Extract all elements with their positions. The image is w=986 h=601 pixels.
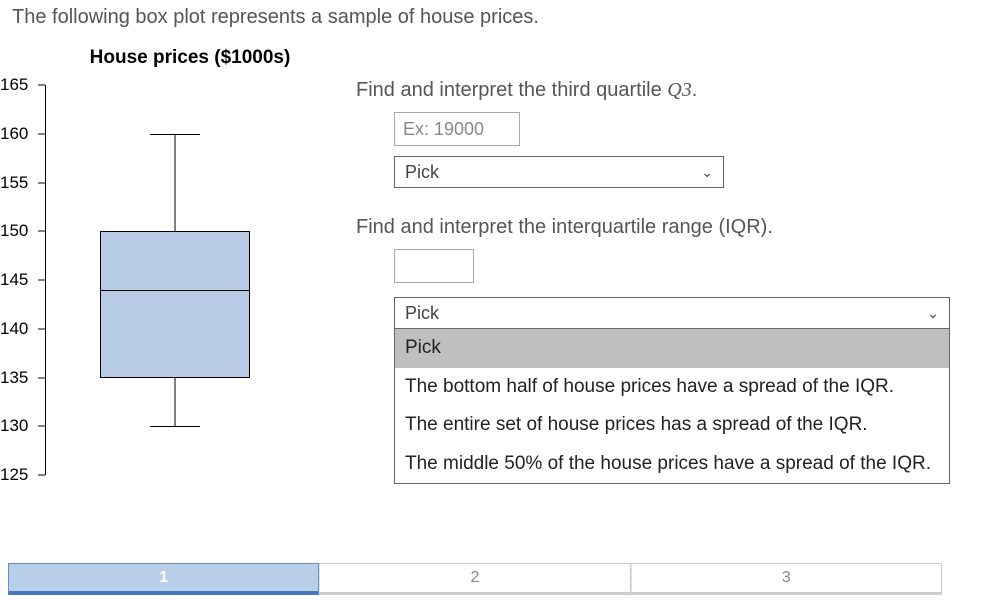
question-iqr: Find and interpret the interquartile ran… [356, 216, 976, 484]
dropdown-option[interactable]: The middle 50% of the house prices have … [395, 445, 949, 484]
iqr-dropdown-list: PickThe bottom half of house prices have… [394, 329, 950, 484]
y-tick-label: 125 [0, 465, 28, 485]
y-tick-label: 160 [0, 124, 28, 144]
q3-var: Q3 [667, 79, 691, 101]
q3-select-label: Pick [405, 162, 439, 183]
page-tab-1[interactable]: 1 [8, 563, 319, 595]
page-tab-2[interactable]: 2 [319, 563, 630, 595]
y-tick [38, 426, 45, 427]
pagination: 1 2 3 [8, 563, 942, 595]
y-tick [38, 133, 45, 134]
y-tick [38, 475, 45, 476]
q3-interpretation-select[interactable]: Pick ⌄ [394, 156, 724, 188]
y-tick-label: 165 [0, 75, 28, 95]
iqr-prompt: Find and interpret the interquartile ran… [356, 216, 976, 239]
dropdown-option[interactable]: The entire set of house prices has a spr… [395, 406, 949, 445]
q3-prompt-prefix: Find and interpret the third quartile [356, 79, 667, 101]
y-tick-label: 155 [0, 173, 28, 193]
y-tick-label: 130 [0, 416, 28, 436]
y-tick-label: 145 [0, 270, 28, 290]
chevron-down-icon: ⌄ [927, 305, 939, 322]
y-tick [38, 377, 45, 378]
chart-title: House prices ($1000s) [40, 39, 340, 75]
q3-answer-input[interactable] [394, 112, 520, 146]
y-axis [45, 85, 46, 475]
q3-prompt-suffix: . [692, 79, 698, 101]
y-tick [38, 328, 45, 329]
iqr-select-label: Pick [405, 303, 439, 324]
page-tab-3[interactable]: 3 [631, 563, 942, 595]
y-tick-label: 135 [0, 368, 28, 388]
y-tick [38, 231, 45, 232]
dropdown-option[interactable]: Pick [395, 329, 949, 368]
iqr-interpretation-select[interactable]: Pick ⌄ [394, 297, 950, 329]
y-tick-label: 150 [0, 221, 28, 241]
dropdown-option[interactable]: The bottom half of house prices have a s… [395, 368, 949, 407]
question-q3: Find and interpret the third quartile Q3… [356, 79, 976, 188]
q3-prompt: Find and interpret the third quartile Q3… [356, 79, 976, 102]
y-tick [38, 85, 45, 86]
y-tick [38, 280, 45, 281]
y-tick [38, 182, 45, 183]
intro-text: The following box plot represents a samp… [0, 0, 986, 39]
boxplot-glyph [100, 85, 250, 475]
boxplot-chart: House prices ($1000s) 125 130 135 140 145 150… [0, 39, 340, 485]
y-tick-label: 140 [0, 319, 28, 339]
iqr-answer-input[interactable] [394, 249, 474, 283]
chevron-down-icon: ⌄ [701, 164, 713, 181]
